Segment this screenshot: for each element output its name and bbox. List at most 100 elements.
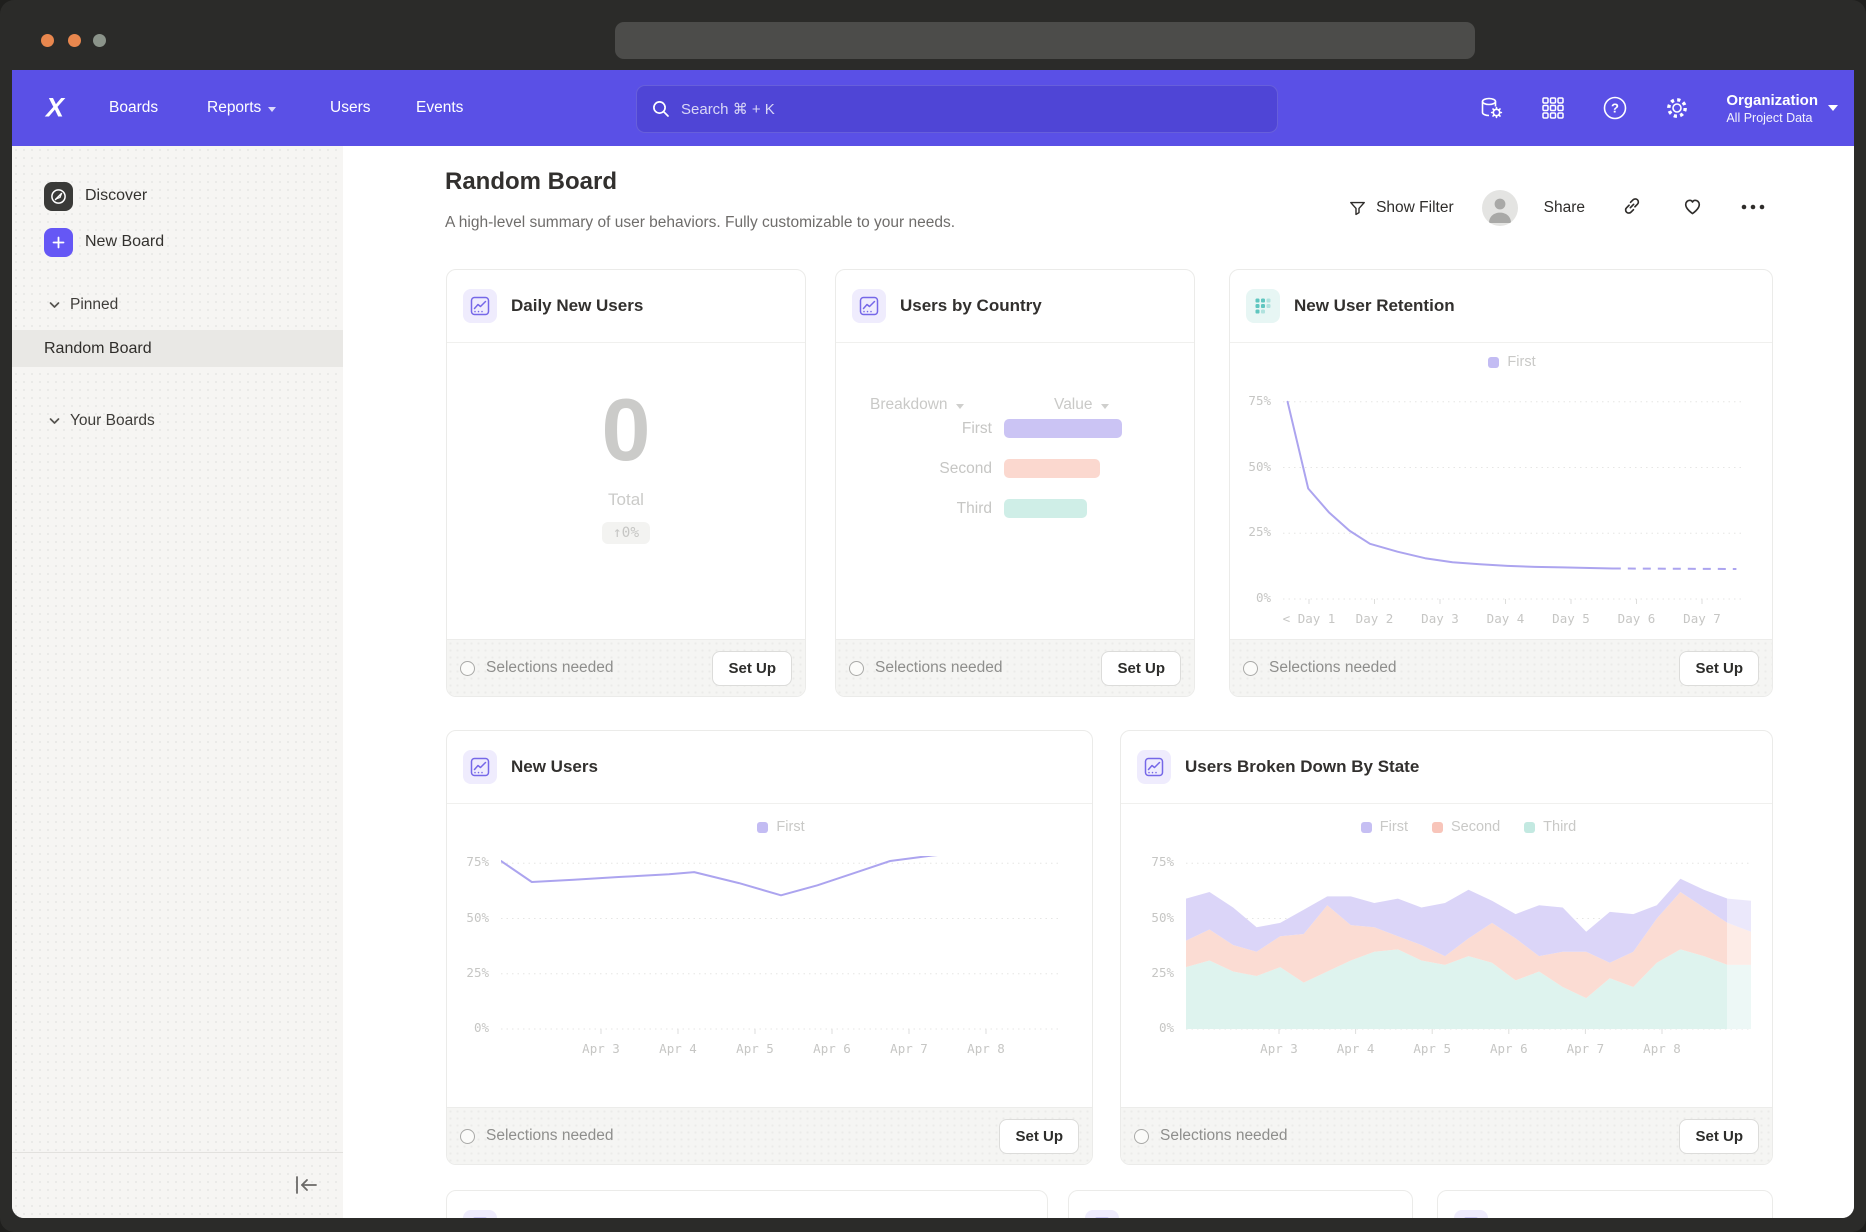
line-chart-icon [463, 1210, 497, 1218]
card-active-users: Active Users [1437, 1190, 1773, 1218]
value-dropdown[interactable]: Value [1054, 396, 1109, 414]
traffic-light-close-button[interactable] [41, 34, 54, 47]
sidebar: Discover New Board Pinned Random Board Y… [12, 146, 343, 1218]
line-chart-icon [1137, 750, 1171, 784]
traffic-light-zoom-button[interactable] [93, 34, 106, 47]
board-content: Random Board A high-level summary of use… [343, 146, 1854, 1218]
set-up-button[interactable]: Set Up [999, 1119, 1079, 1154]
card-title: Stacked Line Graph [511, 1217, 671, 1218]
card-stacked-line-graph: Stacked Line Graph [446, 1190, 1048, 1218]
status-text: Selections needed [1160, 1127, 1288, 1145]
x-axis-label: Day 7 [1683, 611, 1721, 626]
page-subtitle: A high-level summary of user behaviors. … [445, 214, 955, 232]
nav-item-reports[interactable]: Reports [207, 99, 276, 117]
search-input[interactable]: Search ⌘ + K [636, 85, 1278, 133]
set-up-button[interactable]: Set Up [712, 651, 792, 686]
card-title: Users Broken Down By State [1185, 757, 1419, 777]
country-bar-row: First [836, 419, 1194, 438]
page-title: Random Board [445, 168, 617, 196]
card-users-by-country: Users by Country Breakdown Value First Se… [835, 269, 1195, 697]
status-text: Selections needed [1269, 659, 1397, 677]
breakdown-dropdown[interactable]: Breakdown [870, 396, 964, 414]
chevron-down-icon [49, 301, 60, 309]
card-title: Active Users [1502, 1217, 1605, 1218]
sidebar-item-new-board[interactable]: New Board [12, 224, 343, 260]
x-axis-label: Apr 8 [1643, 1041, 1681, 1056]
nav-item-boards[interactable]: Boards [109, 99, 158, 117]
nav-item-users[interactable]: Users [330, 99, 370, 117]
traffic-light-minimize-button[interactable] [68, 34, 81, 47]
legend-label: Third [1543, 819, 1576, 835]
favorite-heart-icon[interactable] [1681, 195, 1704, 222]
avatar[interactable] [1482, 190, 1518, 226]
sidebar-footer [12, 1152, 343, 1218]
card-title: Daily New Users [511, 296, 643, 316]
chart-legend: First [1283, 354, 1741, 370]
x-axis-label: Apr 7 [890, 1041, 928, 1056]
set-up-button[interactable]: Set Up [1679, 1119, 1759, 1154]
x-axis-label: Apr 4 [1337, 1041, 1375, 1056]
x-axis-label: Apr 6 [813, 1041, 851, 1056]
top-nav: X Boards Reports Users Events Search ⌘ +… [12, 70, 1854, 146]
x-axis-label: Apr 5 [736, 1041, 774, 1056]
sidebar-section-pinned[interactable]: Pinned [12, 292, 343, 318]
sidebar-section-your-boards[interactable]: Your Boards [12, 408, 343, 434]
status-text: Selections needed [486, 659, 614, 677]
legend-label: First [1380, 819, 1408, 835]
legend-item: Third [1524, 819, 1576, 835]
y-axis-label: 25% [447, 965, 489, 980]
card-title: Users by Country [900, 296, 1042, 316]
settings-gear-icon[interactable] [1664, 95, 1690, 121]
retention-grid-icon [1246, 289, 1280, 323]
card-title: Insights Report [1133, 1217, 1258, 1218]
line-chart-icon [1454, 1210, 1488, 1218]
set-up-button[interactable]: Set Up [1101, 651, 1181, 686]
x-axis-label: Apr 3 [582, 1041, 620, 1056]
x-axis-label: Apr 8 [967, 1041, 1005, 1056]
status-radio-icon [1243, 661, 1258, 676]
svg-text:?: ? [1611, 101, 1619, 116]
bar [1004, 419, 1122, 438]
x-axis-label: Day 6 [1618, 611, 1656, 626]
chevron-down-icon [268, 107, 276, 112]
nav-item-events[interactable]: Events [416, 99, 463, 117]
x-axis-label: Apr 5 [1413, 1041, 1451, 1056]
legend-swatch [1361, 822, 1372, 833]
set-up-button[interactable]: Set Up [1679, 651, 1759, 686]
apps-grid-icon[interactable] [1540, 95, 1566, 121]
collapse-sidebar-icon[interactable] [293, 1173, 319, 1202]
sidebar-item-random-board[interactable]: Random Board [12, 330, 343, 367]
card-users-by-state: Users Broken Down By State First Second Th… [1120, 730, 1773, 1165]
more-options-icon[interactable] [1740, 199, 1766, 217]
status-text: Selections needed [875, 659, 1003, 677]
address-bar[interactable] [615, 22, 1475, 59]
show-filter-button[interactable]: Show Filter [1348, 199, 1454, 218]
line-chart-icon [1085, 1210, 1119, 1218]
copy-link-icon[interactable] [1621, 195, 1643, 222]
retention-line-chart: 75%50%25%0%< Day 1Day 2Day 3Day 4Day 5Da… [1283, 394, 1741, 606]
y-axis-label: 50% [1229, 459, 1271, 474]
legend-item: First [1488, 354, 1535, 370]
legend-label: Second [1451, 819, 1500, 835]
search-icon [652, 100, 670, 118]
org-switcher[interactable]: Organization All Project Data [1726, 91, 1838, 126]
help-icon[interactable]: ? [1602, 95, 1628, 121]
y-axis-label: 50% [447, 910, 489, 925]
x-axis-label: Day 5 [1552, 611, 1590, 626]
data-management-icon[interactable] [1478, 95, 1504, 121]
chevron-down-icon [49, 417, 60, 425]
new-users-line-chart: 75%50%25%0%Apr 3Apr 4Apr 5Apr 6Apr 7Apr … [501, 856, 1061, 1036]
card-insights-report: Insights Report [1068, 1190, 1413, 1218]
mixpanel-logo[interactable]: X [46, 93, 63, 124]
discover-compass-icon [44, 182, 73, 211]
nav-right-cluster: ? Organization All Project Data [1478, 70, 1838, 146]
status-radio-icon [460, 1129, 475, 1144]
person-icon [1482, 190, 1518, 226]
card-new-user-retention: New User Retention First 75%50%25%0%< Da… [1229, 269, 1773, 697]
share-button[interactable]: Share [1544, 199, 1585, 217]
y-axis-label: 25% [1229, 524, 1271, 539]
line-chart-icon [463, 289, 497, 323]
plus-icon [44, 228, 73, 257]
browser-window: X Boards Reports Users Events Search ⌘ +… [0, 0, 1866, 1232]
sidebar-item-discover[interactable]: Discover [12, 178, 343, 214]
